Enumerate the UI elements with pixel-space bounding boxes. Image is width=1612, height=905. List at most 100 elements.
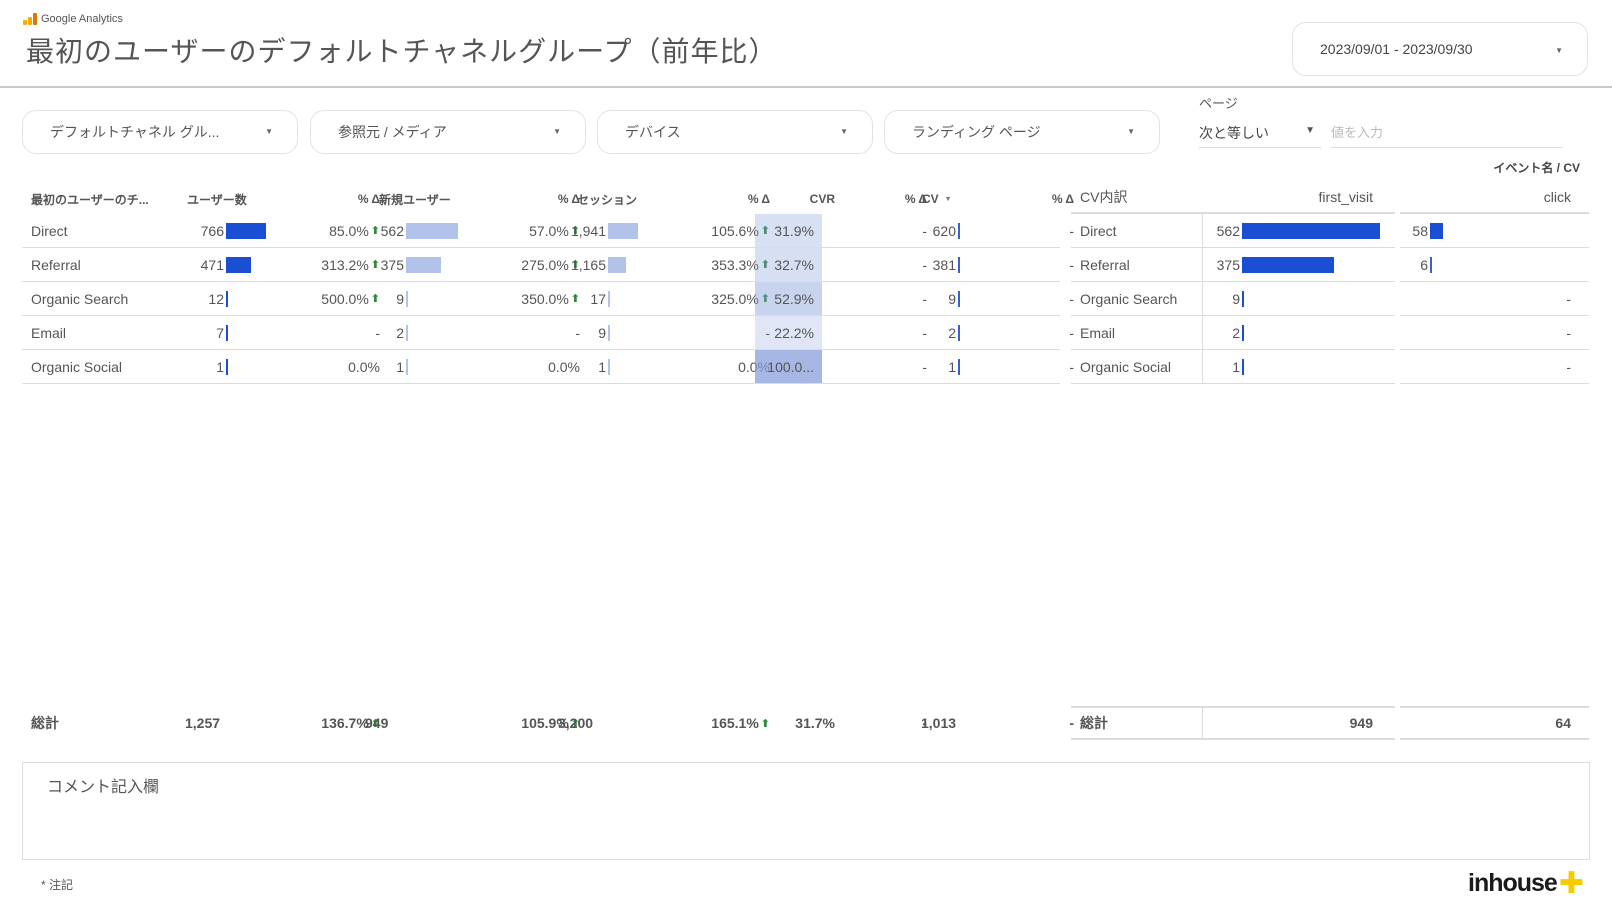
- col-header-first-visit[interactable]: first_visit: [1203, 182, 1395, 214]
- users-value: 766: [200, 222, 224, 239]
- users-bar-cell: [224, 248, 251, 281]
- metric-bar: [608, 222, 638, 239]
- delta-value: 325.0%: [711, 290, 759, 307]
- new-users-bar-cell: [404, 316, 408, 349]
- col-header-cv-delta[interactable]: % Δ: [982, 184, 1074, 214]
- cv-table-header-row: CV内訳 first_visit click: [1071, 182, 1589, 214]
- users-bar-cell: [224, 214, 266, 247]
- metric-bar: [406, 324, 408, 341]
- new-users-value: 562: [380, 222, 404, 239]
- totals-sessions-delta: 165.1% ⬆: [662, 706, 770, 740]
- first-visit-value: 562: [1216, 222, 1240, 239]
- cv-table-body: Direct 562 58 Referral 375 6 Organic Search 9- E…: [1071, 214, 1589, 384]
- first-visit-cell: 1: [1203, 350, 1395, 384]
- table-body: Direct 766 85.0% ⬆ 562 57.0% ⬆ 1,941 105.6% ⬆ 31.9…: [22, 214, 1074, 384]
- cv-value: 620: [932, 222, 956, 239]
- channel-name: Email: [31, 324, 67, 341]
- cv-breakdown-table: CV内訳 first_visit click Direct 562 58 Referr…: [1071, 182, 1589, 384]
- users-value: 471: [200, 256, 224, 273]
- cv-table-row[interactable]: Organic Social 1 -: [1071, 350, 1589, 384]
- delta-value: 136.7%: [321, 715, 369, 731]
- filter-channel-group[interactable]: デフォルトチャネル グル... ▼: [22, 110, 298, 154]
- metric-bar: [958, 358, 960, 375]
- caret-down-icon: ▼: [1305, 125, 1315, 136]
- sessions-value: 1,165: [570, 256, 606, 273]
- chevron-down-icon: ▼: [265, 127, 273, 136]
- col-header-cvr-delta[interactable]: % Δ: [832, 184, 927, 214]
- delta-value: 165.1%: [711, 715, 759, 731]
- cv-label: CV: [922, 192, 939, 206]
- col-header-cvr[interactable]: CVR: [755, 184, 835, 214]
- sessions-delta: -: [662, 316, 770, 349]
- metric-bar: [608, 324, 610, 341]
- new-users-bar-cell: [404, 350, 408, 383]
- filter-landing-page[interactable]: ランディング ページ ▼: [884, 110, 1160, 154]
- table-row[interactable]: Organic Search 12 500.0% ⬆ 9 350.0% ⬆ 17 325.0% ⬆…: [22, 282, 1074, 316]
- col-header-click[interactable]: click: [1400, 182, 1589, 214]
- first-visit-bar: [1242, 290, 1244, 307]
- cv-bar-cell: [956, 316, 960, 349]
- click-cell: 6: [1400, 248, 1589, 282]
- metric-bar: [608, 358, 610, 375]
- channel-name: Direct: [31, 222, 68, 239]
- col-header-new-users-delta[interactable]: % Δ: [492, 184, 580, 214]
- cv-value: 1: [948, 358, 956, 375]
- footnote: * 注記: [41, 878, 74, 892]
- cv-value: 9: [948, 290, 956, 307]
- cv-bar-cell: [956, 282, 960, 315]
- page-filter-operator-select[interactable]: 次と等しい ▼: [1199, 118, 1321, 148]
- cv-totals-click: 64: [1400, 706, 1589, 740]
- click-cell: -: [1400, 316, 1589, 350]
- channel-name: Email: [1071, 316, 1203, 350]
- metric-bar: [958, 324, 960, 341]
- col-header-new-users[interactable]: 新規ユーザー: [379, 184, 451, 214]
- totals-cvr: 31.7%: [795, 715, 835, 731]
- users-value: 12: [208, 290, 224, 307]
- sessions-value: 17: [590, 290, 606, 307]
- users-bar-cell: [224, 316, 228, 349]
- cv-bar-cell: [956, 248, 960, 281]
- cv-table-row[interactable]: Email 2 -: [1071, 316, 1589, 350]
- sessions-delta: 325.0% ⬆: [662, 282, 770, 315]
- channel-name: Referral: [31, 256, 81, 273]
- table-row[interactable]: Direct 766 85.0% ⬆ 562 57.0% ⬆ 1,941 105.6% ⬆ 31.9…: [22, 214, 1074, 248]
- new-users-value: 1: [396, 358, 404, 375]
- cvr-heat-cell: 22.2%: [755, 316, 822, 349]
- cv-table-row[interactable]: Direct 562 58: [1071, 214, 1589, 248]
- first-visit-value: 375: [1216, 256, 1240, 273]
- click-value: -: [1566, 358, 1571, 375]
- col-header-cv[interactable]: CV ▼: [922, 184, 952, 214]
- metric-bar: [608, 290, 610, 307]
- cv-table-row[interactable]: Organic Search 9 -: [1071, 282, 1589, 316]
- comment-box[interactable]: コメント記入欄: [22, 762, 1590, 860]
- totals-cv: 1,013: [921, 715, 957, 731]
- first-visit-cell: 375: [1203, 248, 1395, 282]
- date-range-picker[interactable]: 2023/09/01 - 2023/09/30 ▼: [1292, 22, 1588, 76]
- col-header-users[interactable]: ユーザー数: [187, 184, 247, 214]
- table-row[interactable]: Email 7-2-9-22.2% -2-: [22, 316, 1074, 350]
- page-filter-value-input[interactable]: [1331, 118, 1563, 148]
- col-header-users-delta[interactable]: % Δ: [292, 184, 380, 214]
- cvr-heat-cell: 31.9%: [755, 214, 822, 247]
- users-value: 1: [216, 358, 224, 375]
- col-header-channel[interactable]: 最初のユーザーのチ...: [31, 184, 149, 214]
- filter-label: ランディング ページ: [912, 124, 1041, 140]
- col-header-cv-breakdown[interactable]: CV内訳: [1071, 182, 1203, 214]
- sessions-value: 9: [598, 324, 606, 341]
- table-row[interactable]: Referral 471 313.2% ⬆ 375 275.0% ⬆ 1,165 353.3% ⬆…: [22, 248, 1074, 282]
- comment-label: コメント記入欄: [47, 779, 160, 796]
- cvr-heat-cell: 52.9%: [755, 282, 822, 315]
- metric-bar: [406, 358, 408, 375]
- first-visit-value: 9: [1232, 290, 1240, 307]
- cv-bar-cell: [956, 350, 960, 383]
- users-bar-cell: [224, 350, 228, 383]
- totals-label: 総計: [31, 715, 59, 731]
- sessions-bar-cell: [606, 214, 638, 247]
- filter-source-medium[interactable]: 参照元 / メディア ▼: [310, 110, 586, 154]
- metric-bar: [958, 290, 960, 307]
- cvr-heat-cell: 100.0...: [755, 350, 822, 383]
- col-header-sessions[interactable]: セッション: [577, 184, 637, 214]
- cv-table-row[interactable]: Referral 375 6: [1071, 248, 1589, 282]
- filter-device[interactable]: デバイス ▼: [597, 110, 873, 154]
- table-row[interactable]: Organic Social10.0%10.0%10.0%100.0...-1-: [22, 350, 1074, 384]
